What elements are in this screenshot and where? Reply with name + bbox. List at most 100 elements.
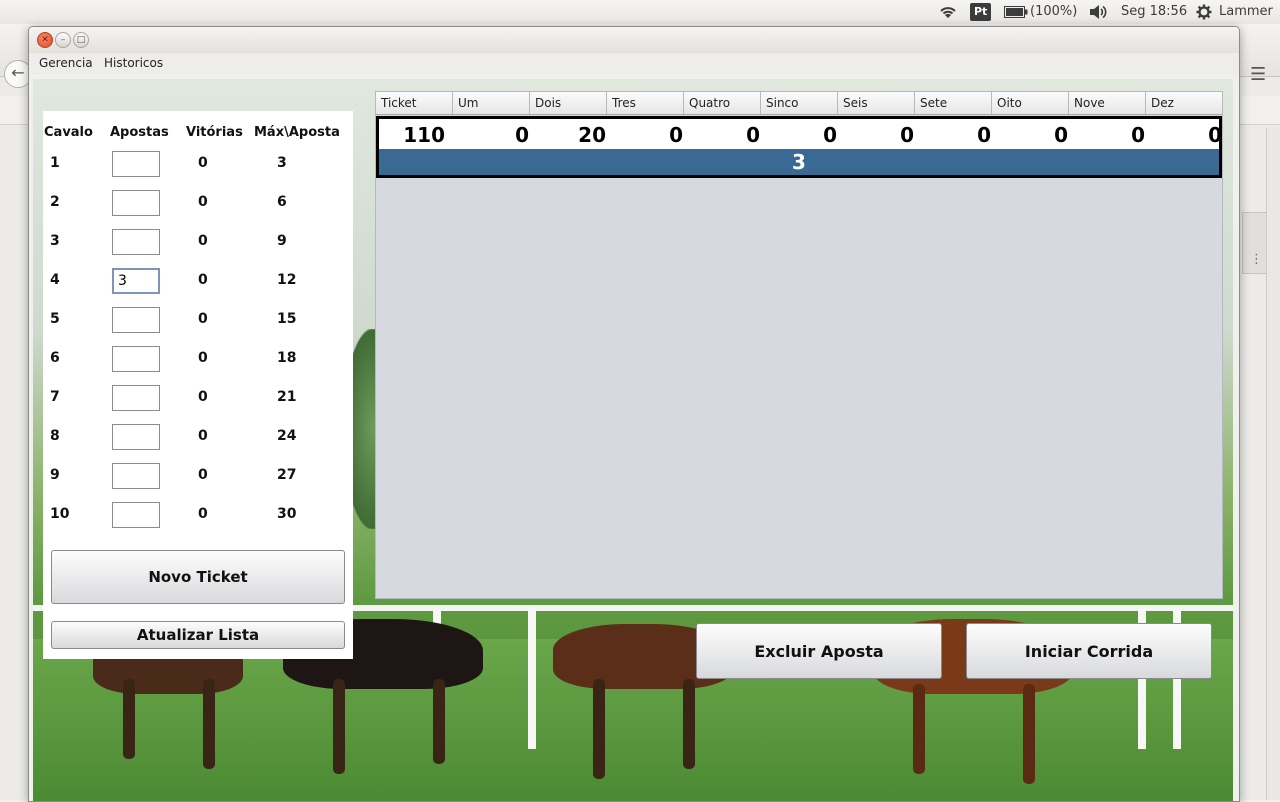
gear-icon[interactable] <box>1196 0 1212 24</box>
horse-number: 1 <box>50 155 60 171</box>
volume-icon[interactable] <box>1088 0 1108 24</box>
horse-leg <box>593 679 605 779</box>
bet-input[interactable] <box>112 424 160 450</box>
ticket-cell: 0 <box>823 123 837 147</box>
ticket-table-header: Ticket Um Dois Tres Quatro Sinco Seis Sete Oito N… <box>376 92 1223 115</box>
horse-number: 8 <box>50 428 60 444</box>
menu-historicos[interactable]: Historicos <box>104 56 163 70</box>
wins-count: 0 <box>198 350 208 366</box>
bet-input[interactable] <box>112 268 160 294</box>
column-header[interactable]: Tres <box>607 92 684 114</box>
user-name[interactable]: Lammer <box>1219 0 1273 24</box>
horse-leg <box>913 684 925 774</box>
battery-percent: (100%) <box>1030 4 1078 19</box>
max-bet-value: 3 <box>277 155 287 171</box>
bet-input[interactable] <box>112 502 160 528</box>
column-header[interactable]: Sinco <box>761 92 838 114</box>
column-header[interactable]: Seis <box>838 92 915 114</box>
wins-count: 0 <box>198 428 208 444</box>
horse-leg <box>123 679 135 759</box>
window-titlebar[interactable]: ✕ – □ <box>29 27 1239 53</box>
new-ticket-button[interactable]: Novo Ticket <box>51 550 345 604</box>
wins-count: 0 <box>198 194 208 210</box>
bet-input[interactable] <box>112 463 160 489</box>
ticket-cell: 0 <box>977 123 991 147</box>
browser-scrollbar[interactable] <box>1266 128 1280 800</box>
horse-number: 9 <box>50 467 60 483</box>
max-bet-value: 18 <box>277 350 297 366</box>
start-race-button[interactable]: Iniciar Corrida <box>966 623 1212 679</box>
horse-number: 2 <box>50 194 60 210</box>
bet-input[interactable] <box>112 190 160 216</box>
horse-leg <box>683 679 695 769</box>
delete-bet-button[interactable]: Excluir Aposta <box>696 623 942 679</box>
wins-count: 0 <box>198 467 208 483</box>
column-header[interactable]: Um <box>453 92 530 114</box>
column-header[interactable]: Nove <box>1069 92 1146 114</box>
wins-count: 0 <box>198 155 208 171</box>
horse-number: 6 <box>50 350 60 366</box>
column-header[interactable]: Dois <box>530 92 607 114</box>
ticket-selected-value[interactable]: 3 <box>379 149 1219 175</box>
bet-panel: Cavalo Apostas Vitórias Máx\Aposta 10320… <box>43 111 353 659</box>
main-content: Cavalo Apostas Vitórias Máx\Aposta 10320… <box>33 79 1233 801</box>
refresh-list-button[interactable]: Atualizar Lista <box>51 621 345 649</box>
header-horse: Cavalo <box>44 125 93 140</box>
minimize-icon[interactable]: – <box>55 32 71 48</box>
wins-count: 0 <box>198 506 208 522</box>
input-method-indicator[interactable]: Pt <box>970 0 992 24</box>
ticket-cell: 0 <box>900 123 914 147</box>
horse-number: 5 <box>50 311 60 327</box>
column-header[interactable]: Dez <box>1146 92 1223 114</box>
battery-icon[interactable] <box>1004 0 1028 24</box>
ticket-cell: 110 <box>403 123 445 147</box>
app-window: ✕ – □ Gerencia Historicos Cavalo Apostas <box>28 26 1240 802</box>
bet-input[interactable] <box>112 151 160 177</box>
header-bets: Apostas <box>110 125 169 140</box>
ticket-table: Ticket Um Dois Tres Quatro Sinco Seis Sete Oito N… <box>375 91 1223 599</box>
header-wins: Vitórias <box>186 125 243 140</box>
horse-number: 7 <box>50 389 60 405</box>
bet-input[interactable] <box>112 385 160 411</box>
close-icon[interactable]: ✕ <box>37 32 53 48</box>
column-header[interactable]: Ticket <box>376 92 453 114</box>
system-top-panel: Pt (100%) Seg 18:56 Lammer <box>0 0 1280 25</box>
clock[interactable]: Seg 18:56 <box>1121 0 1187 24</box>
ticket-cell: 0 <box>746 123 760 147</box>
bet-input[interactable] <box>112 229 160 255</box>
max-bet-value: 24 <box>277 428 297 444</box>
menu-icon[interactable]: ☰ <box>1250 64 1266 85</box>
max-bet-value: 27 <box>277 467 297 483</box>
wins-count: 0 <box>198 272 208 288</box>
ticket-cell: 0 <box>1208 123 1222 147</box>
ticket-cell: 0 <box>515 123 529 147</box>
max-bet-value: 12 <box>277 272 297 288</box>
ticket-cell: 0 <box>669 123 683 147</box>
horse-number: 4 <box>50 272 60 288</box>
menu-gerencia[interactable]: Gerencia <box>39 56 93 70</box>
input-method-label: Pt <box>970 3 992 21</box>
max-bet-value: 21 <box>277 389 297 405</box>
horse-leg <box>203 679 215 769</box>
bet-input[interactable] <box>112 346 160 372</box>
maximize-icon[interactable]: □ <box>73 32 89 48</box>
horse-number: 10 <box>50 506 70 522</box>
wins-count: 0 <box>198 311 208 327</box>
bet-input[interactable] <box>112 307 160 333</box>
column-header[interactable]: Sete <box>915 92 992 114</box>
header-max-bet: Máx\Aposta <box>254 125 340 140</box>
wifi-icon[interactable] <box>938 0 958 24</box>
horse-leg <box>333 679 345 774</box>
ticket-cell: 0 <box>1131 123 1145 147</box>
column-header[interactable]: Oito <box>992 92 1069 114</box>
menubar: Gerencia Historicos <box>29 53 1239 75</box>
horse-leg <box>433 679 445 764</box>
ticket-cell: 20 <box>578 123 606 147</box>
max-bet-value: 30 <box>277 506 297 522</box>
ticket-table-row[interactable]: 110 0 20 0 0 0 0 0 0 0 0 3 <box>376 116 1222 178</box>
wins-count: 0 <box>198 389 208 405</box>
max-bet-value: 6 <box>277 194 287 210</box>
column-header[interactable]: Quatro <box>684 92 761 114</box>
max-bet-value: 15 <box>277 311 297 327</box>
rail-post <box>528 609 536 749</box>
